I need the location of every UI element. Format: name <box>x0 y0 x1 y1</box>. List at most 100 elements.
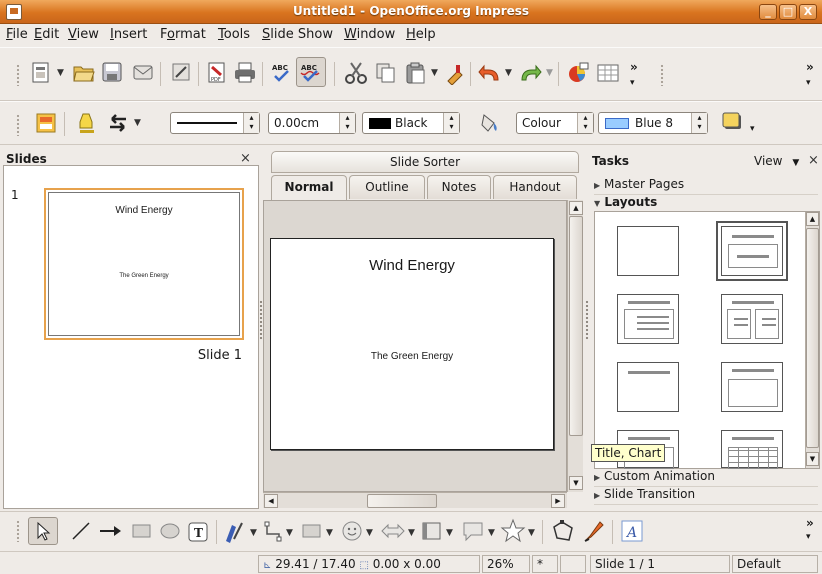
section-custom-animation[interactable]: ▶ Custom Animation <box>594 469 818 487</box>
menu-insert[interactable]: Insert <box>110 27 147 42</box>
slide-view-icon[interactable] <box>34 111 58 135</box>
copy-icon[interactable] <box>374 61 398 85</box>
menu-slide-show[interactable]: Slide Show <box>262 27 333 42</box>
rectangle-icon[interactable] <box>130 520 154 542</box>
line-style-icon[interactable] <box>76 111 98 135</box>
toolbar-overflow-button-2[interactable]: » ▾ <box>800 56 820 96</box>
curve-icon[interactable] <box>222 519 248 545</box>
maximize-button[interactable]: □ <box>779 4 797 20</box>
connector-dropdown-icon[interactable]: ▼ <box>286 528 293 538</box>
menu-view[interactable]: View <box>68 27 99 42</box>
minimize-button[interactable]: _ <box>759 4 777 20</box>
connector-icon[interactable] <box>262 520 284 542</box>
layouts-scrollbar[interactable]: ▲ ▼ <box>805 212 819 468</box>
layouts-scroll-up-icon[interactable]: ▲ <box>806 212 819 226</box>
slide-title[interactable]: Wind Energy <box>271 257 553 274</box>
redo-icon[interactable] <box>518 62 542 84</box>
drawing-overflow-button[interactable]: » ▾ <box>802 514 822 548</box>
spellcheck-icon[interactable]: ABC <box>270 60 294 84</box>
close-button[interactable]: X <box>799 4 817 20</box>
toolbar-grip[interactable] <box>16 64 20 86</box>
menu-tools[interactable]: Tools <box>218 27 250 42</box>
callouts-icon[interactable] <box>460 519 486 543</box>
line-color-select[interactable]: Black ▴ ▾ <box>362 112 460 134</box>
text-icon[interactable]: T <box>186 520 210 544</box>
glue-points-icon[interactable] <box>582 518 606 544</box>
new-icon[interactable] <box>30 61 52 85</box>
arrow-style-icon[interactable] <box>106 113 130 133</box>
tasks-close-icon[interactable]: × <box>808 153 819 168</box>
open-icon[interactable] <box>72 61 96 83</box>
points-icon[interactable] <box>550 519 576 543</box>
undo-dropdown-icon[interactable]: ▼ <box>505 68 512 78</box>
flowchart-icon[interactable] <box>420 520 444 542</box>
stars-dropdown-icon[interactable]: ▼ <box>528 528 535 538</box>
save-icon[interactable] <box>101 61 123 83</box>
basic-shapes-dropdown-icon[interactable]: ▼ <box>326 528 333 538</box>
cut-icon[interactable] <box>344 61 368 85</box>
scroll-down-icon[interactable]: ▼ <box>569 476 583 490</box>
curve-dropdown-icon[interactable]: ▼ <box>250 528 257 538</box>
tab-normal[interactable]: Normal <box>271 175 347 200</box>
basic-shapes-icon[interactable] <box>300 520 324 542</box>
layout-title-content[interactable] <box>716 221 788 281</box>
autospellcheck-button[interactable]: ABC <box>296 57 326 87</box>
layout-centered-text[interactable] <box>721 362 783 412</box>
tab-notes[interactable]: Notes <box>427 175 491 199</box>
menu-edit[interactable]: Edit <box>34 27 59 42</box>
status-zoom[interactable]: 26% <box>482 555 530 573</box>
toolbar-grip-3[interactable] <box>16 114 20 136</box>
line-width-field[interactable]: 0.00cm ▴ ▾ <box>268 112 356 134</box>
tasks-splitter[interactable] <box>585 300 589 340</box>
slides-panel-close-icon[interactable]: × <box>240 151 251 166</box>
export-pdf-icon[interactable]: PDF <box>206 61 228 85</box>
table-icon[interactable] <box>596 61 620 85</box>
paste-dropdown-icon[interactable]: ▼ <box>431 68 438 78</box>
line-arrow-icon[interactable] <box>98 520 124 542</box>
line-color-spinner[interactable]: ▴ ▾ <box>443 113 459 133</box>
arrow-style-dropdown-icon[interactable]: ▼ <box>134 118 141 128</box>
slide-subtitle[interactable]: The Green Energy <box>271 351 553 362</box>
email-icon[interactable] <box>132 61 154 83</box>
line-style-select[interactable]: ▴ ▾ <box>170 112 260 134</box>
area-fill-icon[interactable] <box>478 111 502 135</box>
tab-slide-sorter[interactable]: Slide Sorter <box>271 151 579 173</box>
symbol-shapes-dropdown-icon[interactable]: ▼ <box>366 528 373 538</box>
area-color-select[interactable]: Blue 8 ▴ ▾ <box>598 112 708 134</box>
layout-blank[interactable] <box>617 226 679 276</box>
stars-icon[interactable] <box>500 518 526 544</box>
slide-edit-area[interactable]: Wind Energy The Green Energy <box>263 200 567 492</box>
redo-dropdown-icon[interactable]: ▼ <box>546 68 553 78</box>
flowchart-dropdown-icon[interactable]: ▼ <box>446 528 453 538</box>
fontwork-icon[interactable]: A <box>620 519 644 543</box>
menu-file[interactable]: File <box>6 27 28 42</box>
line-style-spinner[interactable]: ▴ ▾ <box>243 113 259 133</box>
tab-handout[interactable]: Handout <box>493 175 577 199</box>
symbol-shapes-icon[interactable] <box>340 519 364 543</box>
area-style-select[interactable]: Colour ▴ ▾ <box>516 112 594 134</box>
layout-title-table[interactable] <box>721 430 783 469</box>
layout-title-only[interactable] <box>617 362 679 412</box>
menu-help[interactable]: Help <box>406 27 436 42</box>
scroll-left-icon[interactable]: ◀ <box>264 494 278 508</box>
block-arrows-dropdown-icon[interactable]: ▼ <box>408 528 415 538</box>
paste-icon[interactable] <box>404 61 428 85</box>
layout-title-text[interactable] <box>617 294 679 344</box>
section-slide-transition[interactable]: ▶ Slide Transition <box>594 487 818 505</box>
chart-icon[interactable] <box>566 61 590 85</box>
slide-thumbnail[interactable]: Wind Energy The Green Energy <box>44 188 244 340</box>
edit-file-icon[interactable] <box>170 61 192 83</box>
layouts-scroll-down-icon[interactable]: ▼ <box>806 452 819 466</box>
select-button[interactable] <box>28 517 58 545</box>
scroll-right-icon[interactable]: ▶ <box>551 494 565 508</box>
line-width-spinner[interactable]: ▴ ▾ <box>339 113 355 133</box>
menu-window[interactable]: Window <box>344 27 395 42</box>
tab-outline[interactable]: Outline <box>349 175 425 199</box>
undo-icon[interactable] <box>478 62 502 84</box>
shadow-icon[interactable] <box>720 110 744 134</box>
horizontal-scrollbar[interactable]: ◀ ▶ <box>263 492 567 508</box>
section-master-pages[interactable]: ▶ Master Pages <box>594 177 818 195</box>
callouts-dropdown-icon[interactable]: ▼ <box>488 528 495 538</box>
current-slide[interactable]: Wind Energy The Green Energy <box>270 238 554 450</box>
line-icon[interactable] <box>70 520 92 542</box>
